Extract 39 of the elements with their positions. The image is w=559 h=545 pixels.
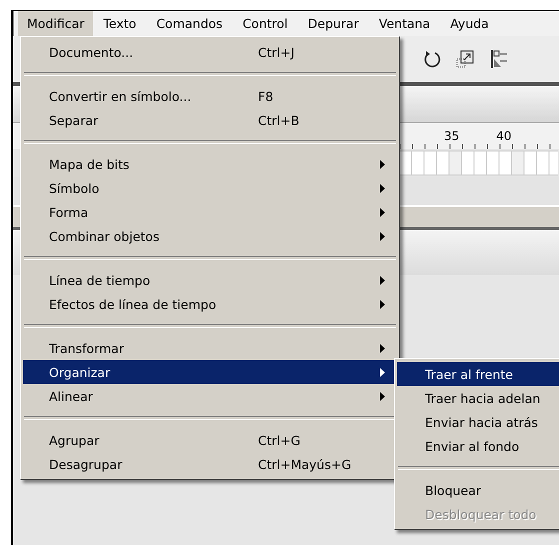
submenu-arrow-icon xyxy=(380,368,385,377)
menu-item[interactable]: Mapa de bits xyxy=(23,152,397,176)
submenu-arrow-icon xyxy=(380,232,385,241)
menu-item[interactable]: Símbolo xyxy=(23,176,397,200)
menu-bar-item[interactable]: Texto xyxy=(93,11,146,36)
menu-item[interactable]: Transformar xyxy=(23,336,397,360)
menu-item[interactable]: Línea de tiempo xyxy=(23,268,397,292)
submenu-arrow-icon xyxy=(380,300,385,309)
menu-bar-item[interactable]: Comandos xyxy=(146,11,233,36)
menu-bar-item[interactable]: Ventana xyxy=(368,11,440,36)
menu-item[interactable]: Enviar hacia atrás xyxy=(397,410,559,434)
submenu-arrow-icon xyxy=(380,276,385,285)
menu-item[interactable]: Organizar xyxy=(23,360,397,384)
submenu-arrow-icon xyxy=(380,184,385,193)
ruler-label: 35 xyxy=(444,129,460,143)
submenu-arrow-icon xyxy=(380,392,385,401)
menu-item[interactable]: Efectos de línea de tiempo xyxy=(23,292,397,316)
menu-item[interactable]: Alinear xyxy=(23,384,397,408)
submenu-arrow-icon xyxy=(380,344,385,353)
ruler-label: 40 xyxy=(496,129,512,143)
menu-item[interactable]: Separar Ctrl+B xyxy=(23,108,397,132)
menu-item[interactable]: Traer al frente xyxy=(397,362,559,386)
menu-item[interactable]: Convertir en símbolo... F8 xyxy=(23,84,397,108)
align-icon[interactable] xyxy=(489,48,509,70)
menu-bar-item[interactable]: Control xyxy=(232,11,298,36)
menu-item[interactable]: Agrupar Ctrl+G xyxy=(23,428,397,452)
submenu-arrow-icon xyxy=(380,208,385,217)
menu-bar-item[interactable]: Ayuda xyxy=(440,11,499,36)
rotate-icon[interactable] xyxy=(423,50,441,68)
menu-item[interactable]: Bloquear xyxy=(397,478,559,502)
menu-item[interactable]: Traer hacia adelan xyxy=(397,386,559,410)
submenu-arrow-icon xyxy=(380,160,385,169)
menu-item[interactable]: Desagrupar Ctrl+Mayús+G xyxy=(23,452,397,476)
menu-bar-item[interactable]: Modificar xyxy=(18,11,94,36)
menu-item[interactable]: Forma xyxy=(23,200,397,224)
menu-item[interactable]: Enviar al fondo xyxy=(397,434,559,458)
scale-icon[interactable] xyxy=(455,49,475,69)
menu-item[interactable]: Combinar objetos xyxy=(23,224,397,248)
menu-bar-item[interactable]: Depurar xyxy=(298,11,369,36)
